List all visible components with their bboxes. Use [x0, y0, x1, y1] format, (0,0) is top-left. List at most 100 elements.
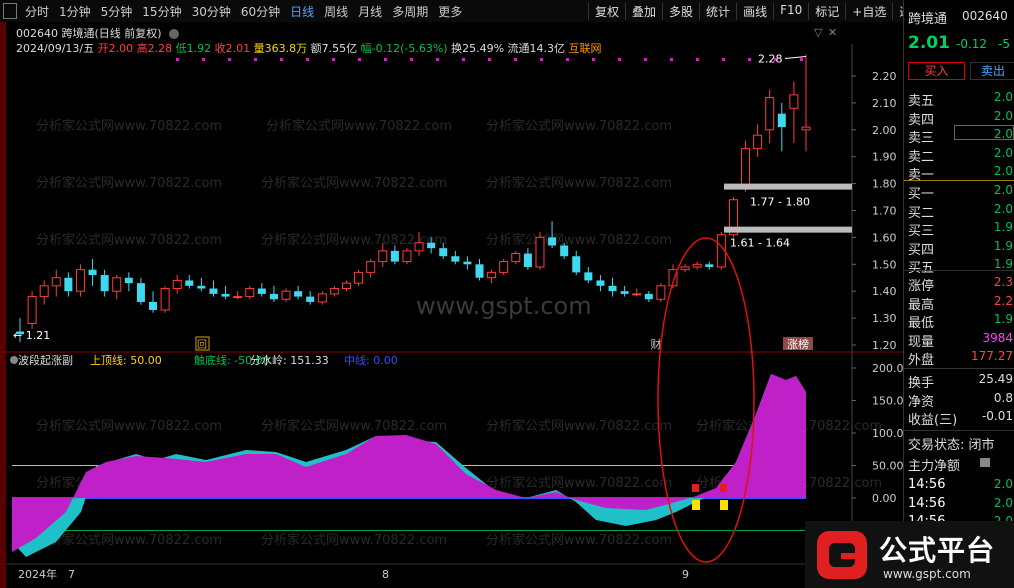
- tab-0[interactable]: 分时: [20, 3, 54, 20]
- tab-6[interactable]: 日线: [285, 3, 319, 20]
- guide-dot: [176, 58, 179, 61]
- tab-2[interactable]: 5分钟: [96, 3, 138, 20]
- guide-dot: [384, 58, 387, 61]
- candle-body: [51, 277, 61, 287]
- stats2-row: 收益(三) -0.01: [908, 409, 1013, 428]
- candle-body: [523, 253, 532, 267]
- bg-watermark: 分析家公式网www.70822.com: [486, 475, 672, 491]
- candle-body: [185, 280, 194, 286]
- tool-5[interactable]: F10: [773, 3, 808, 20]
- row-label: 买五: [908, 261, 935, 276]
- main-flow-label: 主力净额: [908, 459, 961, 474]
- tab-8[interactable]: 月线: [353, 3, 387, 20]
- guide-dot: [696, 58, 699, 61]
- guide-dot: [800, 58, 803, 61]
- ind-upper: 上顶线: 50.00: [90, 353, 162, 367]
- candle-body: [100, 275, 109, 292]
- row-value: 2.0: [993, 201, 1013, 216]
- candle-body: [221, 293, 230, 297]
- tool-3[interactable]: 统计: [699, 3, 736, 20]
- candle-body: [765, 97, 775, 131]
- flow-toggle-icon[interactable]: [980, 458, 990, 467]
- bg-watermark: 分析家公式网www.70822.com: [486, 175, 672, 191]
- candle-body: [306, 296, 315, 302]
- bids-row: 买三 1.9: [908, 220, 1013, 239]
- ind-axis-label: 50.00: [872, 460, 903, 473]
- row-label: 现量: [908, 334, 935, 350]
- candle-body: [741, 148, 751, 190]
- price-chart[interactable]: 分析家公式网www.70822.com 分析家公式网www.70822.com 分析…: [6, 22, 903, 588]
- row-label: 收益(三): [908, 413, 958, 428]
- candle-body: [172, 279, 182, 290]
- price-axis-label: 2.10: [872, 97, 897, 110]
- candle-body: [535, 236, 545, 268]
- tool-6[interactable]: 标记: [808, 3, 845, 20]
- row-label: 买四: [908, 242, 935, 258]
- price-axis-label: 2.20: [872, 70, 897, 83]
- candle-body: [705, 264, 714, 267]
- stats-row: 最高 2.2: [908, 294, 1013, 313]
- logo-mark-icon: [817, 531, 867, 579]
- bg-watermark: 分析家公式网www.70822.com: [486, 118, 672, 134]
- candle-body: [27, 296, 37, 324]
- guide-dot: [254, 58, 257, 61]
- candle-body: [656, 285, 666, 300]
- candle-body: [75, 269, 85, 292]
- bg-watermark: 分析家公式网www.70822.com: [486, 232, 672, 248]
- stats-row: 现量 3984: [908, 331, 1013, 350]
- ticks-row: 14:56 2.0: [908, 477, 1013, 495]
- tab-10[interactable]: 更多: [433, 3, 467, 20]
- candle-body: [451, 256, 460, 262]
- price-axis-label: 2.00: [872, 124, 897, 137]
- gspt-watermark: www.gspt.com: [416, 292, 592, 320]
- tab-1[interactable]: 1分钟: [54, 3, 96, 20]
- row-value: 2.0: [993, 183, 1013, 197]
- candle-body: [777, 113, 786, 128]
- tab-4[interactable]: 30分钟: [187, 3, 236, 20]
- sell-button[interactable]: 卖出: [970, 62, 1014, 80]
- row-value: 177.27: [971, 349, 1013, 363]
- candle-body: [124, 277, 133, 284]
- candle-body: [499, 261, 509, 273]
- low-label: ← 1.21: [13, 329, 50, 342]
- zone-bar-2: [724, 226, 852, 233]
- zone-label-1: 1.77 - 1.80: [750, 196, 810, 209]
- price-axis-label: 1.60: [872, 231, 897, 244]
- row-value: 1.9: [993, 257, 1013, 271]
- row-value: 2.0: [993, 477, 1013, 491]
- guide-dot: [670, 58, 673, 61]
- candle-body: [112, 277, 122, 292]
- trade-state: 交易状态: 闭市: [908, 438, 995, 453]
- tool-2[interactable]: 多股: [662, 3, 699, 20]
- annotation-ellipse: [657, 237, 755, 563]
- guide-dot: [488, 58, 491, 61]
- candle-body: [317, 293, 327, 303]
- side-stock-code: 002640: [962, 9, 1008, 23]
- toolbar-left-icon[interactable]: [3, 3, 17, 19]
- row-label: 14:56: [908, 477, 946, 492]
- candle-body: [620, 291, 629, 294]
- tab-5[interactable]: 60分钟: [236, 3, 285, 20]
- guide-dot: [748, 58, 751, 61]
- candle-body: [789, 94, 799, 109]
- candle-body: [341, 282, 351, 290]
- row-label: 最高: [908, 297, 935, 313]
- side-price: 2.01: [908, 33, 950, 53]
- tab-3[interactable]: 15分钟: [137, 3, 186, 20]
- tool-0[interactable]: 复权: [588, 3, 625, 20]
- candle-body: [390, 250, 399, 262]
- tab-7[interactable]: 周线: [319, 3, 353, 20]
- row-value: -0.01: [981, 409, 1013, 423]
- tool-1[interactable]: 叠加: [625, 3, 662, 20]
- tool-4[interactable]: 画线: [736, 3, 773, 20]
- candle-body: [269, 293, 278, 300]
- bg-watermark: 分析家公式网www.70822.com: [266, 118, 452, 134]
- tool-7[interactable]: +自选: [845, 3, 892, 20]
- guide-dot: [332, 58, 335, 61]
- buy-button[interactable]: 买入: [908, 62, 965, 80]
- candle-body: [560, 245, 569, 257]
- zone-label-2: 1.61 - 1.64: [730, 237, 790, 250]
- zone-bar-1: [724, 183, 852, 190]
- price-axis-label: 1.30: [872, 312, 897, 325]
- tab-9[interactable]: 多周期: [387, 3, 433, 20]
